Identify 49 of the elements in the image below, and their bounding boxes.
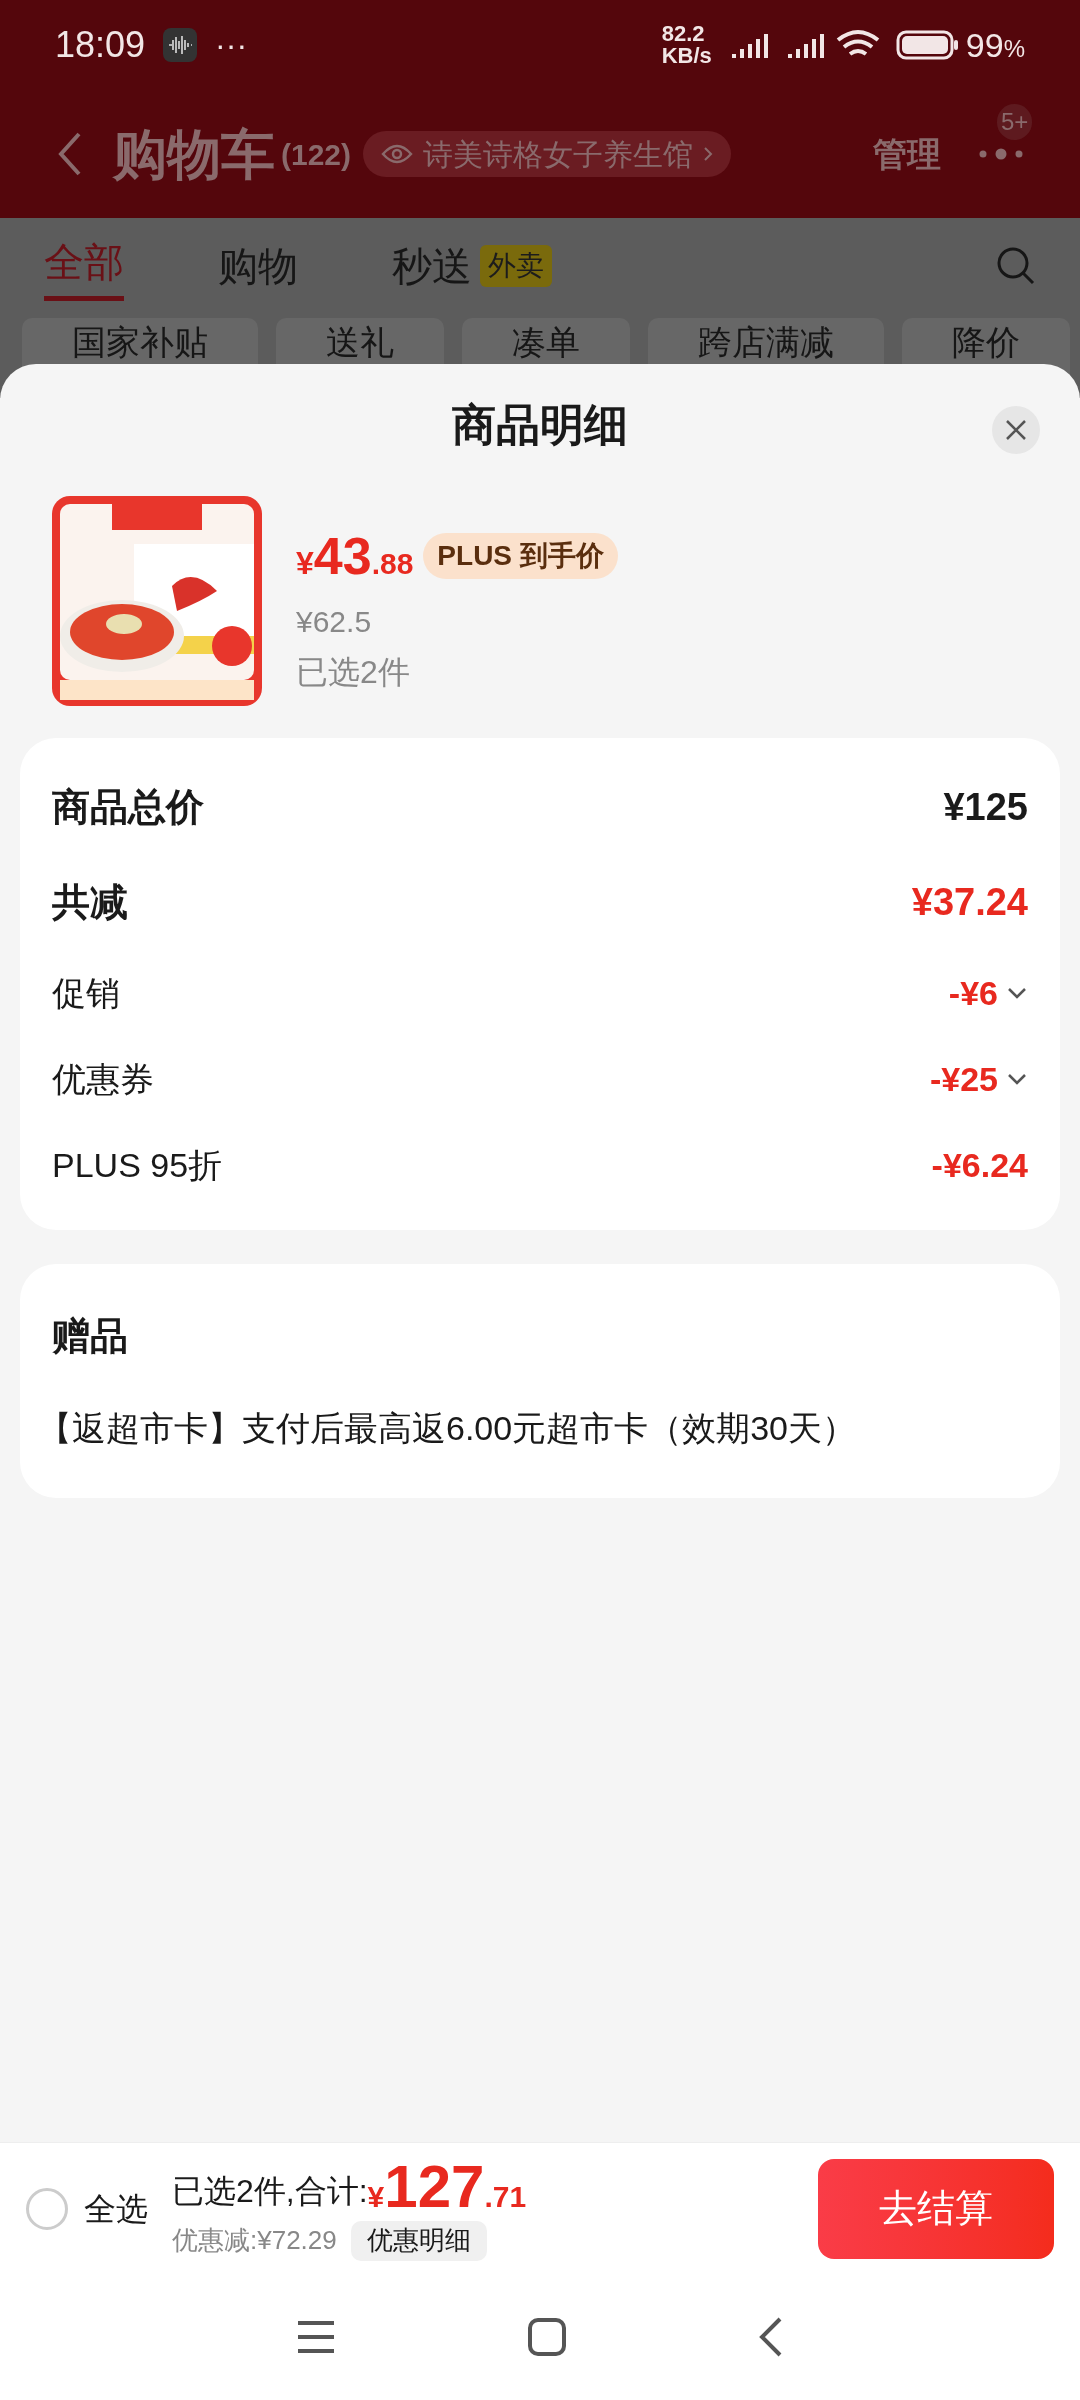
summary-label: 共减 [52, 880, 128, 925]
close-button[interactable] [992, 406, 1040, 454]
delivery-tag: 外卖 [480, 245, 552, 287]
total-price: ¥127.71 [367, 2156, 527, 2219]
deal-price: ¥43.88 [296, 525, 414, 587]
selection-summary: 已选2件,合计: [172, 2171, 368, 2211]
discount-toggle-button[interactable]: -¥6.24 [931, 1139, 1028, 1191]
battery-level: 99% [965, 24, 1025, 66]
home-icon[interactable] [527, 2317, 567, 2357]
gift-title: 赠品 [52, 1314, 129, 1359]
eye-icon [381, 143, 414, 165]
chevron-right-icon [703, 146, 714, 162]
selected-quantity: 已选2件 [296, 652, 411, 692]
notification-badge: 5+ [997, 104, 1033, 140]
plus-price-badge: PLUS 到手价 [423, 532, 618, 579]
cart-count: (122) [281, 136, 352, 173]
status-time: 18:09 [55, 23, 146, 67]
discount-detail-button[interactable]: 优惠明细 [350, 2220, 487, 2261]
network-speed: 82.2 KB/s [661, 23, 712, 67]
chevron-down-icon [1006, 986, 1028, 1000]
category-tab[interactable]: 秒送 外卖 [392, 236, 552, 296]
manage-button[interactable]: 管理 [873, 128, 941, 180]
checkout-button[interactable]: 去结算 [818, 2158, 1054, 2259]
select-all-checkbox[interactable] [26, 2187, 68, 2230]
discount-label: 促销 [52, 972, 120, 1014]
shop-link[interactable]: 诗美诗格女子养生馆 [363, 131, 732, 177]
original-price: ¥62.5 [296, 603, 373, 640]
close-icon [1005, 419, 1027, 441]
summary-value: ¥37.24 [911, 880, 1028, 925]
discount-toggle-button[interactable]: -¥6 [948, 967, 1028, 1019]
category-tab[interactable]: 购物 [218, 236, 298, 296]
page-title: 购物车 [113, 122, 275, 186]
sheet-title: 商品明细 [452, 399, 628, 451]
menu-icon[interactable] [295, 2319, 336, 2355]
discount-label: PLUS 95折 [52, 1144, 223, 1186]
select-all-label[interactable]: 全选 [84, 2184, 148, 2233]
gift-description: 【返超市卡】支付后最高返6.00元超市卡（效期30天） [38, 1408, 857, 1449]
discount-toggle-button[interactable]: -¥25 [929, 1053, 1028, 1105]
more-icon[interactable] [977, 148, 1025, 160]
status-more: ··· [215, 26, 248, 65]
search-icon[interactable] [996, 246, 1036, 286]
recorder-icon [163, 28, 198, 62]
battery-icon [895, 30, 960, 60]
chevron-down-icon [1006, 1072, 1028, 1086]
category-tab[interactable]: 全部 [44, 231, 124, 301]
summary-label: 商品总价 [52, 785, 204, 830]
discount-label: 优惠券 [52, 1058, 154, 1100]
summary-value: ¥125 [943, 785, 1028, 830]
discount-total: 优惠减:¥72.29 [172, 2224, 337, 2257]
